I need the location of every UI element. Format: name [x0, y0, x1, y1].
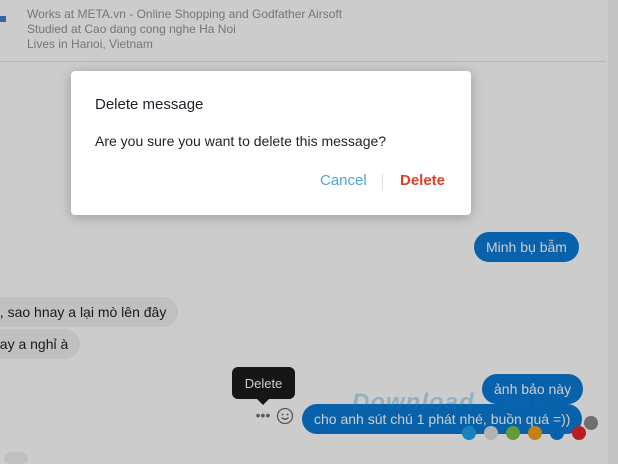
- button-separator: [382, 174, 383, 190]
- delete-button[interactable]: Delete: [400, 172, 445, 189]
- modal-overlay[interactable]: [0, 0, 618, 464]
- dialog-title: Delete message: [95, 96, 204, 113]
- delete-message-dialog: Delete message Are you sure you want to …: [71, 71, 471, 215]
- dialog-message: Are you sure you want to delete this mes…: [95, 133, 387, 149]
- cancel-button[interactable]: Cancel: [320, 172, 367, 189]
